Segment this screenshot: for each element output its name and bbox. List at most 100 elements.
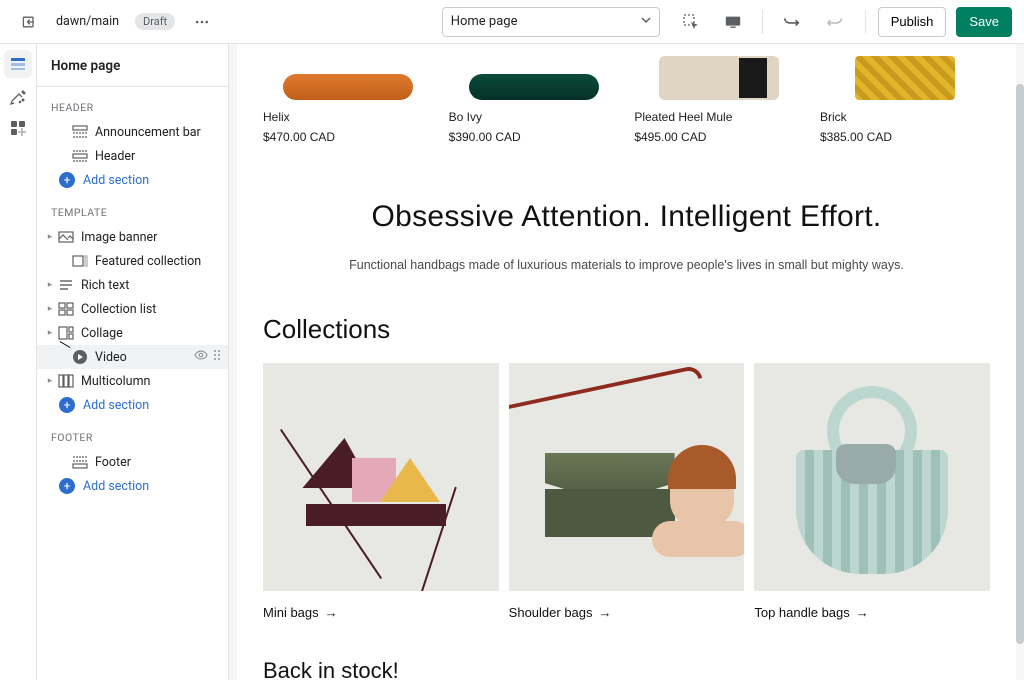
undo-button[interactable] <box>775 7 809 37</box>
sidebar-item-label: Collage <box>81 326 123 341</box>
caret-icon: ▸ <box>43 374 57 388</box>
collection-image <box>509 363 745 591</box>
status-badge: Draft <box>135 13 175 30</box>
rail-theme-settings[interactable] <box>4 82 32 110</box>
product-price: $390.00 CAD <box>449 130 619 144</box>
header-icon <box>71 147 89 165</box>
product-name: Pleated Heel Mule <box>634 110 804 124</box>
product-image <box>820 44 990 100</box>
group-footer-title: Footer <box>37 417 228 450</box>
collection-card[interactable]: Top handle bags→ <box>754 363 990 620</box>
selection-toggle-button[interactable] <box>676 7 706 37</box>
product-name: Bo Ivy <box>449 110 619 124</box>
plus-icon: + <box>59 397 75 413</box>
sidebar-item-announcement-bar[interactable]: ▸ Announcement bar <box>37 120 228 144</box>
arrow-right-icon: → <box>856 605 869 620</box>
redo-button[interactable] <box>819 7 853 37</box>
arrow-right-icon: → <box>599 605 612 620</box>
add-section-template[interactable]: + Add section <box>37 393 228 417</box>
template-selector[interactable]: Home page <box>442 7 660 37</box>
add-section-footer[interactable]: + Add section <box>37 474 228 498</box>
rail-sections[interactable] <box>4 50 32 78</box>
preview-canvas-wrap: Helix $470.00 CAD Bo Ivy $390.00 CAD Ple… <box>229 44 1024 680</box>
more-actions-button[interactable] <box>185 7 219 37</box>
sidebar-item-collection-list[interactable]: ▸ Collection list <box>37 297 228 321</box>
announcement-bar-icon <box>71 123 89 141</box>
product-card[interactable]: Bo Ivy $390.00 CAD <box>449 44 619 144</box>
plus-icon: + <box>59 478 75 494</box>
sidebar-item-label: Footer <box>95 455 131 470</box>
caret-icon: ▸ <box>43 302 57 316</box>
rail-apps[interactable] <box>4 114 32 142</box>
product-image <box>449 44 619 100</box>
sidebar-item-image-banner[interactable]: ▸ Image banner <box>37 225 228 249</box>
sidebar-item-video[interactable]: ▸ Video <box>37 345 228 369</box>
caret-icon: ▸ <box>43 278 57 292</box>
hero-heading: Obsessive Attention. Intelligent Effort. <box>297 200 956 234</box>
product-card[interactable]: Helix $470.00 CAD <box>263 44 433 144</box>
sidebar-item-footer[interactable]: ▸ Footer <box>37 450 228 474</box>
collection-label: Mini bags→ <box>263 605 499 620</box>
add-section-label: Add section <box>83 173 149 188</box>
sidebar-item-label: Header <box>95 149 135 164</box>
save-button[interactable]: Save <box>956 7 1012 37</box>
chevron-down-icon <box>641 14 651 29</box>
divider <box>762 10 763 34</box>
add-section-label: Add section <box>83 398 149 413</box>
product-row: Helix $470.00 CAD Bo Ivy $390.00 CAD Ple… <box>257 44 996 144</box>
collections-row: Mini bags→ Shoulder bags→ Top handle bag… <box>257 363 996 620</box>
product-image <box>263 44 433 100</box>
caret-icon: ▸ <box>43 326 57 340</box>
sidebar-item-label: Multicolumn <box>81 374 150 389</box>
back-in-stock-title: Back in stock! <box>263 658 996 680</box>
left-rail <box>0 44 37 680</box>
product-name: Brick <box>820 110 990 124</box>
sidebar-item-label: Featured collection <box>95 254 201 269</box>
add-section-header[interactable]: + Add section <box>37 168 228 192</box>
collection-label: Shoulder bags→ <box>509 605 745 620</box>
sidebar-item-label: Announcement bar <box>95 125 201 140</box>
product-name: Helix <box>263 110 433 124</box>
hero-subtext: Functional handbags made of luxurious ma… <box>297 258 956 272</box>
product-price: $495.00 CAD <box>634 130 804 144</box>
collection-image <box>263 363 499 591</box>
preview-canvas[interactable]: Helix $470.00 CAD Bo Ivy $390.00 CAD Ple… <box>237 44 1016 680</box>
sidebar-item-rich-text[interactable]: ▸ Rich text <box>37 273 228 297</box>
visibility-eye-icon[interactable] <box>194 348 208 366</box>
group-template-title: Template <box>37 192 228 225</box>
collections-title: Collections <box>263 314 996 345</box>
collage-icon <box>57 324 75 342</box>
sidebar-item-label: Collection list <box>81 302 156 317</box>
sidebar-item-collage[interactable]: ▸ Collage <box>37 321 228 345</box>
scrollbar-thumb[interactable] <box>1016 84 1024 644</box>
sidebar-item-label: Rich text <box>81 278 129 293</box>
product-price: $385.00 CAD <box>820 130 990 144</box>
product-card[interactable]: Brick $385.00 CAD <box>820 44 990 144</box>
rich-text-icon <box>57 276 75 294</box>
topbar: dawn/main Draft Home page Publish Save <box>0 0 1024 44</box>
video-icon <box>71 348 89 366</box>
add-section-label: Add section <box>83 479 149 494</box>
image-banner-icon <box>57 228 75 246</box>
sidebar-item-label: Image banner <box>81 230 157 245</box>
product-card[interactable]: Pleated Heel Mule $495.00 CAD <box>634 44 804 144</box>
collection-card[interactable]: Mini bags→ <box>263 363 499 620</box>
rich-text-section: Obsessive Attention. Intelligent Effort.… <box>257 144 996 306</box>
arrow-right-icon: → <box>325 605 338 620</box>
collection-list-icon <box>57 300 75 318</box>
collection-card[interactable]: Shoulder bags→ <box>509 363 745 620</box>
exit-button[interactable] <box>12 7 46 37</box>
divider <box>865 10 866 34</box>
sidebar-item-featured-collection[interactable]: ▸ Featured collection <box>37 249 228 273</box>
template-selector-label: Home page <box>451 14 518 29</box>
multicolumn-icon <box>57 372 75 390</box>
sidebar-item-label: Video <box>95 350 127 365</box>
plus-icon: + <box>59 172 75 188</box>
sidebar-item-header[interactable]: ▸ Header <box>37 144 228 168</box>
caret-icon: ▸ <box>43 230 57 244</box>
publish-button[interactable]: Publish <box>878 7 947 37</box>
drag-handle-icon[interactable] <box>212 348 222 366</box>
sidebar-item-multicolumn[interactable]: ▸ Multicolumn <box>37 369 228 393</box>
desktop-view-button[interactable] <box>716 7 750 37</box>
featured-collection-icon <box>71 252 89 270</box>
